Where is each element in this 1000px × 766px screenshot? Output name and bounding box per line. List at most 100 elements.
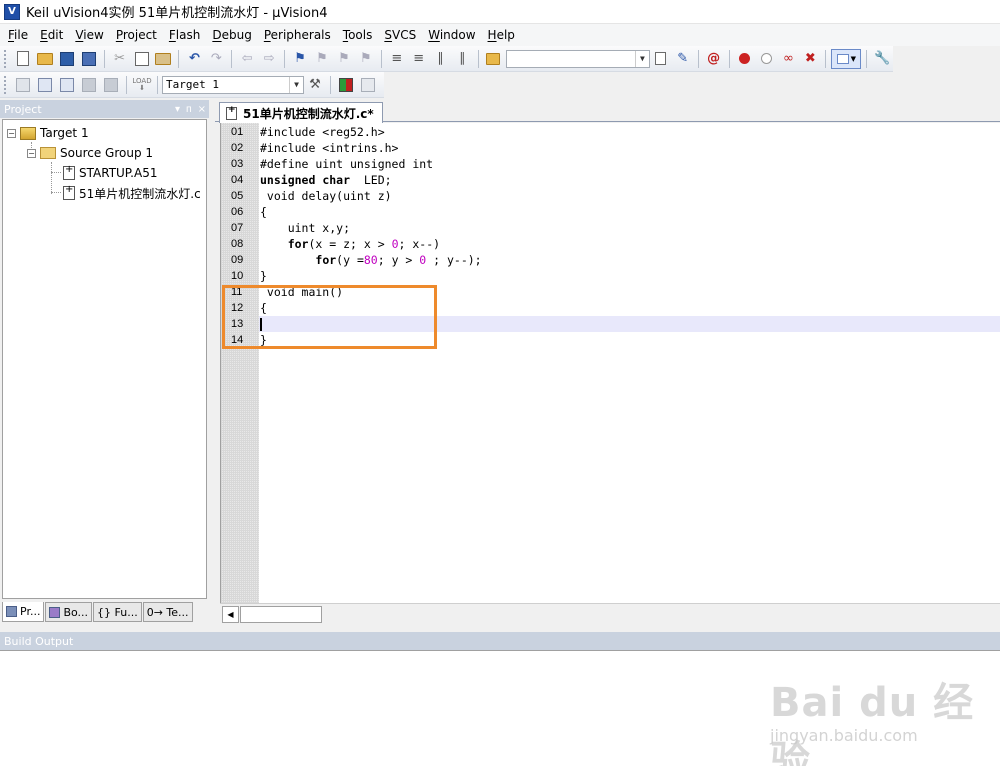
clear-bookmarks-icon[interactable]: ⚑ <box>356 49 376 69</box>
paste-icon[interactable] <box>154 49 174 69</box>
target-select[interactable]: Target 1 ▼ <box>162 75 304 94</box>
uvision-app-icon[interactable]: V <box>4 3 20 20</box>
editor-tab-main-c[interactable]: 51单片机控制流水灯.c* <box>219 102 383 123</box>
project-panel-header: Project ▾ ᴨ × <box>0 100 210 118</box>
redo-icon[interactable]: ↷ <box>206 49 226 69</box>
menu-file[interactable]: File <box>2 24 34 46</box>
menu-tools[interactable]: Tools <box>337 24 379 46</box>
breakpoint-enable-icon[interactable] <box>757 49 777 69</box>
books-icon <box>49 606 61 618</box>
code-line[interactable]: 08 for(x = z; x > 0; x--) <box>221 236 1000 252</box>
editor-horizontal-scrollbar[interactable]: ◀ <box>220 603 1000 625</box>
toolbar-empty-area <box>384 72 1000 98</box>
tab-label: {} Fu... <box>97 605 138 619</box>
tab-functions[interactable]: {} Fu... <box>93 602 142 622</box>
incremental-find-icon[interactable]: ✎ <box>673 49 693 69</box>
panel-splitter[interactable] <box>209 100 215 628</box>
code-line[interactable]: 10} <box>221 268 1000 284</box>
find-combo[interactable]: ▼ <box>506 49 650 68</box>
tab-books[interactable]: Bo... <box>45 602 93 622</box>
chevron-down-icon[interactable]: ▼ <box>634 50 649 67</box>
tree-item-label: STARTUP.A51 <box>79 166 158 180</box>
code-line[interactable]: 02 #include <intrins.h> <box>221 140 1000 156</box>
tab-project[interactable]: Pr... <box>2 602 45 622</box>
copy-icon[interactable] <box>132 49 152 69</box>
configure-icon[interactable]: 🔧 <box>872 49 892 69</box>
code-line[interactable]: 05 void delay(uint z) <box>221 188 1000 204</box>
tree-item-file-startup[interactable]: STARTUP.A51 <box>63 164 157 182</box>
toolbar-grip[interactable] <box>4 75 8 94</box>
toolbar-grip[interactable] <box>4 49 8 68</box>
tree-item-target[interactable]: − Target 1 <box>7 124 89 142</box>
indent-icon[interactable]: ≡ <box>387 49 407 69</box>
toolbar-separator <box>126 75 127 94</box>
debug-session-icon[interactable]: @ <box>704 49 724 69</box>
build-output-title: Build Output <box>4 634 74 648</box>
cut-icon[interactable]: ✂ <box>110 49 130 69</box>
scroll-left-icon[interactable]: ◀ <box>222 606 239 623</box>
tree-item-file-main[interactable]: 51单片机控制流水灯.c <box>63 184 201 202</box>
breakpoint-disable-all-icon[interactable]: ∞ <box>778 49 798 69</box>
menu-edit[interactable]: Edit <box>34 24 69 46</box>
panel-menu-icon[interactable]: ▾ <box>175 104 180 115</box>
code-line[interactable]: 07 uint x,y; <box>221 220 1000 236</box>
batch-build-icon[interactable] <box>79 75 99 95</box>
target-options-icon[interactable]: ⚒ <box>305 75 325 95</box>
window-title: Keil uVision4实例 51单片机控制流水灯 - µVision4 <box>26 6 328 21</box>
menu-svcs[interactable]: SVCS <box>378 24 422 46</box>
download-load-icon[interactable]: LOAD ⬇ <box>132 75 152 95</box>
menu-flash[interactable]: Flash <box>163 24 206 46</box>
open-folder-icon[interactable] <box>35 49 55 69</box>
file-extensions-icon[interactable] <box>358 75 378 95</box>
menu-view[interactable]: View <box>69 24 109 46</box>
nav-back-icon[interactable]: ⇦ <box>237 49 257 69</box>
line-number: 06 <box>231 206 244 218</box>
scrollbar-thumb[interactable] <box>240 606 322 623</box>
breakpoint-kill-all-icon[interactable]: ✖ <box>800 49 820 69</box>
bookmark-icon[interactable]: ⚑ <box>290 49 310 69</box>
code-line[interactable]: 06 { <box>221 204 1000 220</box>
menu-peripherals[interactable]: Peripherals <box>258 24 337 46</box>
manage-components-icon[interactable] <box>336 75 356 95</box>
next-bookmark-icon[interactable]: ⚑ <box>334 49 354 69</box>
translate-icon[interactable] <box>13 75 33 95</box>
panel-close-icon[interactable]: × <box>198 104 206 115</box>
code-line[interactable]: 03 #define uint unsigned int <box>221 156 1000 172</box>
collapse-icon[interactable]: − <box>27 148 36 158</box>
uncomment-icon[interactable]: ∥ <box>453 49 473 69</box>
menu-window[interactable]: Window <box>422 24 481 46</box>
window-layout-icon[interactable]: ▼ <box>831 48 862 69</box>
undo-icon[interactable]: ↶ <box>184 49 204 69</box>
collapse-icon[interactable]: − <box>7 128 16 138</box>
code-line[interactable]: 04 unsigned char LED; <box>221 172 1000 188</box>
panel-pin-icon[interactable]: ᴨ <box>186 104 192 115</box>
unindent-icon[interactable]: ≡ <box>409 49 429 69</box>
find-in-files-icon[interactable] <box>484 49 504 69</box>
code-editor[interactable]: 01 #include <reg52.h> 02 #include <intrins.… <box>220 123 1000 603</box>
rebuild-icon[interactable] <box>57 75 77 95</box>
save-all-icon[interactable] <box>79 49 99 69</box>
source-file-icon <box>63 184 75 200</box>
new-file-icon[interactable] <box>13 49 33 69</box>
tree-item-label: Target 1 <box>40 126 89 140</box>
menu-project[interactable]: Project <box>110 24 163 46</box>
chevron-down-icon[interactable]: ▼ <box>289 76 303 93</box>
tab-templates[interactable]: 0→ Te... <box>142 602 193 622</box>
line-code: #include <intrins.h> <box>260 141 399 155</box>
menu-debug[interactable]: Debug <box>206 24 257 46</box>
tree-item-label: 51单片机控制流水灯.c <box>79 186 201 201</box>
nav-forward-icon[interactable]: ⇨ <box>259 49 279 69</box>
prev-bookmark-icon[interactable]: ⚑ <box>312 49 332 69</box>
comment-icon[interactable]: ∥ <box>431 49 451 69</box>
line-code: for(y =80; y > 0 ; y--); <box>315 253 482 267</box>
stop-build-icon[interactable] <box>101 75 121 95</box>
line-number: 02 <box>231 142 244 154</box>
menu-help[interactable]: Help <box>482 24 521 46</box>
build-icon[interactable] <box>35 75 55 95</box>
save-icon[interactable] <box>57 49 77 69</box>
code-line[interactable]: 09 for(y =80; y > 0 ; y--); <box>221 252 1000 268</box>
find-icon[interactable] <box>651 49 671 69</box>
tree-item-source-group[interactable]: − Source Group 1 <box>27 144 153 162</box>
code-line[interactable]: 01 #include <reg52.h> <box>221 124 1000 140</box>
breakpoint-insert-icon[interactable] <box>735 49 755 69</box>
